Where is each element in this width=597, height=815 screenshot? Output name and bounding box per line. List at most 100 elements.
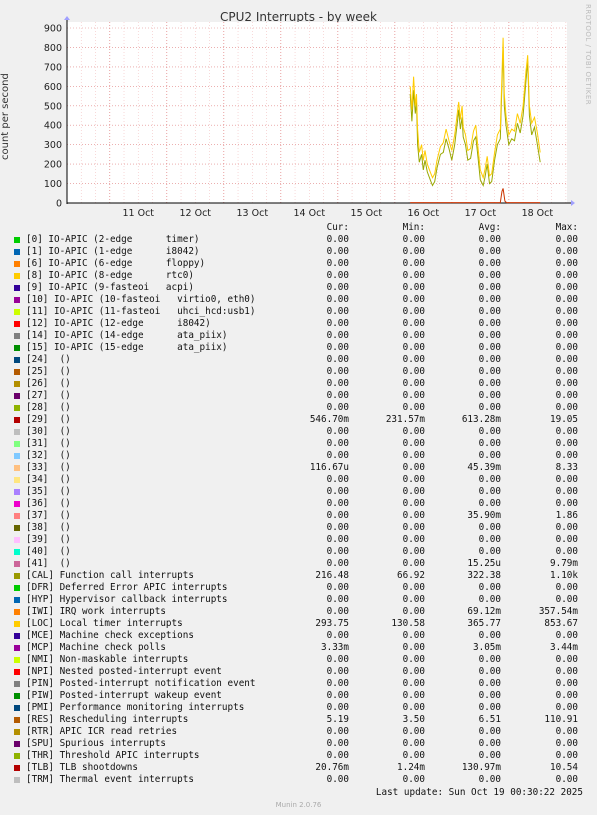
legend-avg: 0.00: [478, 330, 501, 341]
legend-min: 0.00: [402, 330, 425, 341]
legend-avg: 0.00: [478, 702, 501, 713]
legend-min: 0.00: [402, 366, 425, 377]
legend-swatch: [14, 585, 20, 591]
legend-max: 0.00: [555, 702, 578, 713]
legend-max: 0.00: [555, 774, 578, 785]
legend-swatch: [14, 573, 20, 579]
legend-cur: 0.00: [326, 750, 349, 761]
legend-max: 0.00: [555, 294, 578, 305]
y-tick-label: 400: [44, 121, 62, 132]
legend-row: [9] IO-APIC (9-fasteoi acpi) 0.00 0.00 0.00…: [0, 282, 597, 294]
legend-min: 0.00: [402, 750, 425, 761]
legend-row: [37] () 0.00 0.00 35.90m 1.86: [0, 510, 597, 522]
legend-row: [14] IO-APIC (14-edge ata_piix) 0.00 0.00 0…: [0, 330, 597, 342]
legend-label: [28] (): [26, 402, 71, 413]
legend-cur: 20.76m: [315, 762, 349, 773]
legend-max: 0.00: [555, 726, 578, 737]
legend-avg: 0.00: [478, 678, 501, 689]
legend-cur: 0.00: [326, 666, 349, 677]
legend-min: 0.00: [402, 546, 425, 557]
legend-min: 0.00: [402, 666, 425, 677]
legend-min: 0.00: [402, 282, 425, 293]
legend-avg: 0.00: [478, 690, 501, 701]
y-tick-label: 200: [44, 160, 62, 171]
legend-row: [33] () 116.67u 0.00 45.39m 8.33: [0, 462, 597, 474]
y-tick-label: 700: [44, 62, 62, 73]
legend-max: 0.00: [555, 666, 578, 677]
legend-label: [33] (): [26, 462, 71, 473]
legend-min: 66.92: [397, 570, 425, 581]
legend-cur: 0.00: [326, 474, 349, 485]
legend-label: [TRM] Thermal event interrupts: [26, 774, 194, 785]
legend-min: 0.00: [402, 738, 425, 749]
legend-swatch: [14, 693, 20, 699]
legend-avg: 0.00: [478, 738, 501, 749]
legend-avg: 322.38: [467, 570, 501, 581]
legend-avg: 3.05m: [473, 642, 501, 653]
legend-row: [PMI] Performance monitoring interrupts 0…: [0, 702, 597, 714]
legend-max: 0.00: [555, 282, 578, 293]
legend-label: [36] (): [26, 498, 71, 509]
legend-avg: 0.00: [478, 294, 501, 305]
legend-cur: 116.67u: [309, 462, 349, 473]
legend-min: 1.24m: [397, 762, 425, 773]
legend-swatch: [14, 417, 20, 423]
legend-max: 10.54: [550, 762, 578, 773]
legend-min: 231.57m: [385, 414, 425, 425]
legend-avg: 0.00: [478, 282, 501, 293]
y-axis-arrow: [64, 16, 70, 20]
legend-max: 3.44m: [550, 642, 578, 653]
legend-swatch: [14, 705, 20, 711]
legend-row: [LOC] Local timer interrupts 293.75 130.58…: [0, 618, 597, 630]
legend-min: 0.00: [402, 402, 425, 413]
legend-avg: 0.00: [478, 342, 501, 353]
legend-label: [1] IO-APIC (1-edge i8042): [26, 246, 200, 257]
legend-swatch: [14, 525, 20, 531]
y-tick-label: 900: [44, 24, 62, 35]
legend-label: [NPI] Nested posted-interrupt event: [26, 666, 222, 677]
legend-swatch: [14, 561, 20, 567]
legend-swatch: [14, 657, 20, 663]
legend-avg: 0.00: [478, 546, 501, 557]
legend-max: 0.00: [555, 546, 578, 557]
legend-row: [THR] Threshold APIC interrupts 0.00 0.00 0…: [0, 750, 597, 762]
legend-label: [HYP] Hypervisor callback interrupts: [26, 594, 228, 605]
legend-min: 3.50: [402, 714, 425, 725]
legend-label: [PIW] Posted-interrupt wakeup event: [26, 690, 222, 701]
legend-swatch: [14, 441, 20, 447]
legend-label: [31] (): [26, 438, 71, 449]
legend-row: [41] () 0.00 0.00 15.25u 9.79m: [0, 558, 597, 570]
legend-swatch: [14, 465, 20, 471]
legend-cur: 0.00: [326, 258, 349, 269]
legend-max: 1.86: [555, 510, 578, 521]
legend-cur: 0.00: [326, 402, 349, 413]
legend-cur: 0.00: [326, 486, 349, 497]
legend-swatch: [14, 597, 20, 603]
legend-swatch: [14, 333, 20, 339]
legend-swatch: [14, 549, 20, 555]
legend-row: [28] () 0.00 0.00 0.00 0.00: [0, 402, 597, 414]
legend-swatch: [14, 717, 20, 723]
legend-cur: 0.00: [326, 702, 349, 713]
legend-swatch: [14, 501, 20, 507]
legend-label: [10] IO-APIC (10-fasteoi virtio0, eth0): [26, 294, 256, 305]
legend-label: [CAL] Function call interrupts: [26, 570, 194, 581]
legend-cur: 0.00: [326, 594, 349, 605]
legend-header-min: Min:: [402, 222, 425, 233]
legend-cur: 0.00: [326, 654, 349, 665]
legend-max: 19.05: [550, 414, 578, 425]
legend-avg: 35.90m: [467, 510, 501, 521]
legend-avg: 0.00: [478, 654, 501, 665]
legend-min: 0.00: [402, 294, 425, 305]
legend-max: 0.00: [555, 498, 578, 509]
legend-swatch: [14, 621, 20, 627]
legend-row: [26] () 0.00 0.00 0.00 0.00: [0, 378, 597, 390]
legend-min: 0.00: [402, 306, 425, 317]
legend-max: 1.10k: [550, 570, 578, 581]
legend-avg: 0.00: [478, 522, 501, 533]
legend-swatch: [14, 513, 20, 519]
legend-label: [DFR] Deferred Error APIC interrupts: [26, 582, 228, 593]
legend-min: 0.00: [402, 678, 425, 689]
legend-avg: 0.00: [478, 594, 501, 605]
legend-row: [39] () 0.00 0.00 0.00 0.00: [0, 534, 597, 546]
